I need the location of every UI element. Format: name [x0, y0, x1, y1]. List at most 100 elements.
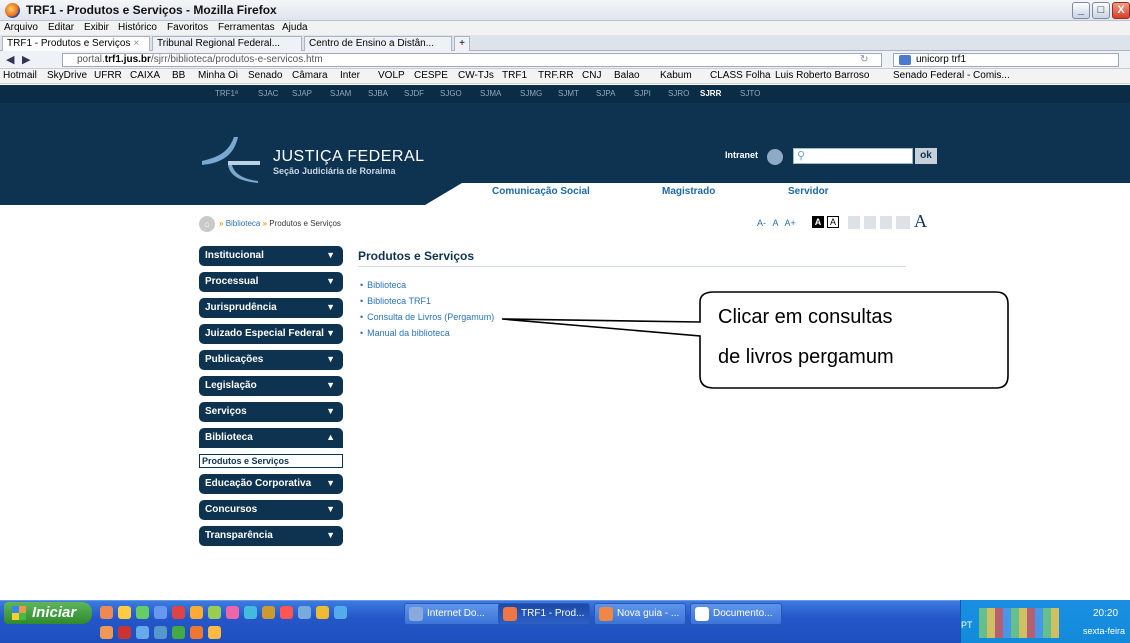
taskbar-item-trf1[interactable]: TRF1 - Prod... — [498, 603, 590, 625]
font-large-icon[interactable]: A — [914, 211, 927, 232]
quicklaunch-icon[interactable] — [280, 606, 293, 619]
taskbar-item-documento[interactable]: Documento... — [690, 603, 782, 625]
bookmark-class-folha[interactable]: CLASS Folha — [710, 70, 771, 81]
back-arrow-icon[interactable]: ◀ — [6, 53, 14, 66]
bookmark-caixa[interactable]: CAIXA — [130, 70, 160, 81]
sidebar-item-jurisprudencia[interactable]: Jurisprudência ▼ — [199, 298, 343, 318]
sidebar-item-publicacoes[interactable]: Publicações ▼ — [199, 350, 343, 370]
quicklaunch-icon[interactable] — [316, 606, 329, 619]
site-link-trf1[interactable]: TRF1ª — [215, 89, 238, 98]
bookmark-trf-rr[interactable]: TRF.RR — [538, 70, 574, 81]
quicklaunch-icon[interactable] — [190, 606, 203, 619]
bookmark-luis-roberto-barroso[interactable]: Luis Roberto Barroso — [775, 70, 870, 81]
quicklaunch-icon[interactable] — [136, 606, 149, 619]
search-input[interactable]: unicorp trf1 — [893, 53, 1119, 67]
sidebar-item-juizado[interactable]: Juizado Especial Federal ▼ — [199, 324, 343, 344]
menu-editar[interactable]: Editar — [48, 22, 74, 33]
site-link-sjac[interactable]: SJAC — [258, 89, 278, 98]
link-biblioteca[interactable]: • Biblioteca — [360, 280, 406, 290]
font-decrease-button[interactable]: A- — [757, 218, 766, 228]
site-link-sjam[interactable]: SJAM — [330, 89, 351, 98]
contrast-light-button[interactable]: A — [827, 216, 839, 228]
sidebar-item-legislacao[interactable]: Legislação ▼ — [199, 376, 343, 396]
url-bar[interactable]: portal.trf1.jus.br/sjrr/biblioteca/produ… — [62, 53, 882, 67]
quicklaunch-icon[interactable] — [208, 606, 221, 619]
bookmark-trf1[interactable]: TRF1 — [502, 70, 527, 81]
start-button[interactable]: Iniciar — [4, 602, 92, 624]
sidebar-item-concursos[interactable]: Concursos ▼ — [199, 500, 343, 520]
tab-centro-ensino[interactable]: Centro de Ensino a Distân... — [304, 36, 452, 51]
bookmark-volp[interactable]: VOLP — [378, 70, 405, 81]
bookmark-senado-federal[interactable]: Senado Federal - Comis... — [893, 70, 1010, 81]
font-normal-button[interactable]: A — [773, 218, 779, 228]
quicklaunch-icon[interactable] — [262, 606, 275, 619]
sidebar-item-servicos[interactable]: Serviços ▼ — [199, 402, 343, 422]
bookmark-kabum[interactable]: Kabum — [660, 70, 692, 81]
new-tab-button[interactable]: + — [454, 36, 470, 51]
menu-ferramentas[interactable]: Ferramentas — [218, 22, 275, 33]
bookmark-ufrr[interactable]: UFRR — [94, 70, 122, 81]
nav-servidor[interactable]: Servidor — [788, 186, 829, 197]
sidebar-item-institucional[interactable]: Institucional ▼ — [199, 246, 343, 266]
bookmark-minha-oi[interactable]: Minha Oi — [198, 70, 238, 81]
quicklaunch-icon[interactable] — [208, 626, 221, 639]
sidebar-item-educacao[interactable]: Educação Corporativa ▼ — [199, 474, 343, 494]
language-indicator[interactable]: PT — [961, 620, 973, 630]
intranet-icon[interactable] — [767, 149, 783, 165]
bookmark-cespe[interactable]: CESPE — [414, 70, 448, 81]
nav-comunicacao-social[interactable]: Comunicação Social — [492, 186, 590, 197]
link-manual-biblioteca[interactable]: • Manual da biblioteca — [360, 328, 450, 338]
bookmark-bb[interactable]: BB — [172, 70, 185, 81]
quicklaunch-icon[interactable] — [100, 606, 113, 619]
nav-magistrado[interactable]: Magistrado — [662, 186, 715, 197]
quicklaunch-icon[interactable] — [172, 606, 185, 619]
bookmark-senado[interactable]: Senado — [248, 70, 282, 81]
forward-arrow-icon[interactable]: ▶ — [22, 53, 30, 66]
quicklaunch-icon[interactable] — [244, 606, 257, 619]
sitemap-icon[interactable] — [896, 216, 910, 229]
link-consulta-pergamum[interactable]: • Consulta de Livros (Pergamum) — [360, 312, 494, 322]
quicklaunch-icon[interactable] — [154, 606, 167, 619]
close-tab-icon[interactable]: × — [133, 38, 139, 49]
bookmark-cnj[interactable]: CNJ — [582, 70, 601, 81]
contrast-dark-button[interactable]: A — [812, 216, 824, 228]
site-link-sjba[interactable]: SJBA — [368, 89, 388, 98]
bookmark-skydrive[interactable]: SkyDrive — [47, 70, 87, 81]
search-engine-icon[interactable] — [899, 55, 911, 65]
bookmark-camara[interactable]: Câmara — [292, 70, 328, 81]
site-link-sjro[interactable]: SJRO — [668, 89, 689, 98]
taskbar-item-nova-guia[interactable]: Nova guia - ... — [594, 603, 686, 625]
site-link-sjdf[interactable]: SJDF — [404, 89, 424, 98]
sidebar-subitem-produtos[interactable]: Produtos e Serviços — [199, 454, 343, 468]
sidebar-item-processual[interactable]: Processual ▼ — [199, 272, 343, 292]
page-icon[interactable] — [848, 216, 860, 229]
home-icon[interactable]: ⌂ — [199, 216, 215, 232]
quicklaunch-icon[interactable] — [100, 626, 113, 639]
breadcrumb-biblioteca[interactable]: Biblioteca — [226, 219, 261, 228]
font-increase-button[interactable]: A+ — [785, 218, 796, 228]
site-link-sjpa[interactable]: SJPA — [596, 89, 615, 98]
quicklaunch-icon[interactable] — [190, 626, 203, 639]
reload-icon[interactable]: ↻ — [860, 54, 868, 65]
sidebar-item-biblioteca[interactable]: Biblioteca ▲ — [199, 428, 343, 448]
site-search-button[interactable]: ok — [915, 148, 937, 164]
tab-tribunal[interactable]: Tribunal Regional Federal... — [152, 36, 302, 51]
link-biblioteca-trf1[interactable]: • Biblioteca TRF1 — [360, 296, 431, 306]
site-search-input[interactable]: ⚲ — [793, 148, 913, 164]
quicklaunch-icon[interactable] — [118, 626, 131, 639]
site-link-sjap[interactable]: SJAP — [292, 89, 312, 98]
bookmark-inter[interactable]: Inter — [340, 70, 360, 81]
menu-arquivo[interactable]: Arquivo — [4, 22, 38, 33]
zoom-icon[interactable] — [880, 216, 892, 229]
sidebar-item-transparencia[interactable]: Transparência ▼ — [199, 526, 343, 546]
tab-trf1-produtos[interactable]: TRF1 - Produtos e Serviços × — [2, 36, 150, 51]
tray-icons[interactable] — [979, 608, 1059, 638]
menu-historico[interactable]: Histórico — [118, 22, 157, 33]
close-button[interactable]: X — [1112, 2, 1130, 19]
site-link-sjmt[interactable]: SJMT — [558, 89, 579, 98]
maximize-button[interactable]: □ — [1092, 2, 1110, 19]
intranet-link[interactable]: Intranet — [725, 150, 758, 160]
menu-ajuda[interactable]: Ajuda — [282, 22, 308, 33]
site-link-sjto[interactable]: SJTO — [740, 89, 760, 98]
site-link-sjpi[interactable]: SJPI — [634, 89, 651, 98]
